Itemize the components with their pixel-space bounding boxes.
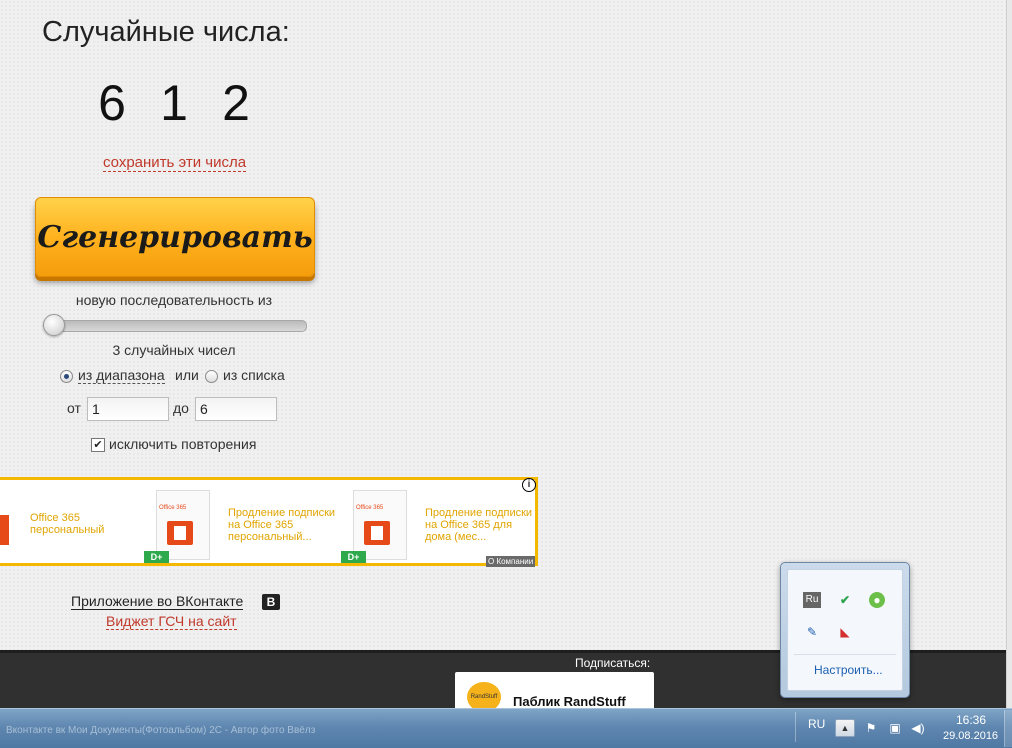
page-scrollbar[interactable] [1006, 0, 1012, 708]
show-hidden-icons-button[interactable]: ▲ [835, 719, 855, 737]
count-label: 3 случайных чисел [112, 342, 236, 358]
list-radio[interactable] [205, 370, 218, 383]
subscribe-label: Подписаться: [575, 656, 651, 670]
volume-icon[interactable]: ◀) [910, 721, 926, 735]
from-label: от [67, 400, 81, 416]
ad-item-3-badge: D+ [341, 551, 366, 563]
count-slider-handle[interactable] [43, 314, 65, 336]
vk-icon[interactable]: B [262, 594, 280, 610]
range-radio[interactable] [60, 370, 73, 383]
clock-date[interactable]: 29.08.2016 [943, 730, 998, 742]
ad-item-2-thumb[interactable]: Office 365 [156, 490, 210, 560]
ad-item-3-thumb[interactable]: Office 365 [353, 490, 407, 560]
office-logo-icon [167, 521, 193, 545]
random-number-3: 2 [222, 75, 250, 131]
vk-app-link[interactable]: Приложение во ВКонтакте [71, 593, 244, 610]
widget-link[interactable]: Виджет ГСЧ на сайт [106, 613, 237, 630]
office-logo-icon [364, 521, 390, 545]
show-desktop-button[interactable] [1004, 710, 1012, 747]
pdf-reader-icon[interactable]: ◣ [836, 624, 854, 640]
ad-banner[interactable]: Office 365 персональный Office 365 D+ Пр… [0, 477, 538, 566]
exclude-repeats-label[interactable]: исключить повторения [109, 436, 256, 452]
green-app-icon[interactable]: ● [869, 592, 885, 608]
antivirus-check-icon[interactable]: ✔ [836, 592, 854, 608]
tray-overflow-panel: Ru ✔ ● ✎ ◣ Настроить... [787, 569, 903, 691]
from-input[interactable]: 1 [87, 397, 169, 421]
ad-thumb-label: Office 365 [159, 505, 187, 511]
ad-thumb-label: Office 365 [356, 505, 384, 511]
public-card[interactable]: RandStuff Паблик RandStuff [455, 672, 654, 712]
range-label[interactable]: из диапазона [78, 367, 165, 384]
ad-info-icon[interactable]: i [522, 478, 536, 492]
sequence-label: новую последовательность из [75, 292, 273, 308]
action-center-flag-icon[interactable]: ⚑ [863, 721, 879, 735]
random-number-1: 6 [98, 75, 126, 131]
popup-divider [794, 654, 896, 655]
ad-item-1-text[interactable]: Office 365 персональный [30, 512, 140, 536]
network-icon[interactable]: ▣ [887, 721, 903, 735]
tray-overflow-popup: Ru ✔ ● ✎ ◣ Настроить... [780, 562, 910, 698]
to-label: до [173, 400, 189, 416]
generate-button[interactable]: Сгенерировать [35, 197, 315, 277]
public-name[interactable]: Паблик RandStuff [513, 694, 626, 709]
count-slider-track[interactable] [45, 320, 307, 332]
ad-thumb-partial [0, 515, 9, 545]
or-label: или [175, 367, 199, 383]
list-label[interactable]: из списка [223, 367, 285, 383]
customize-tray-link[interactable]: Настроить... [814, 663, 883, 677]
page-title: Случайные числа: [42, 16, 290, 48]
exclude-repeats-checkbox[interactable]: ✔ [91, 438, 105, 452]
clock-time[interactable]: 16:36 [956, 713, 986, 727]
ad-company-link[interactable]: О Компании [486, 556, 536, 567]
random-number-2: 1 [160, 75, 188, 131]
taskbar-faded-text: Вконтакте вк Мои Документы(Фотоальбом) 2… [6, 725, 316, 736]
to-input[interactable]: 6 [195, 397, 277, 421]
ad-item-3-text[interactable]: Продление подписки на Office 365 для дом… [425, 507, 535, 543]
tray-separator [795, 712, 796, 742]
language-indicator[interactable]: RU [808, 717, 825, 731]
save-numbers-link[interactable]: сохранить эти числа [103, 154, 247, 172]
ad-item-2-badge: D+ [144, 551, 169, 563]
pen-tool-icon[interactable]: ✎ [803, 624, 821, 640]
language-bar-icon[interactable]: Ru [803, 592, 821, 608]
ad-item-2-text[interactable]: Продление подписки на Office 365 персона… [228, 507, 338, 543]
